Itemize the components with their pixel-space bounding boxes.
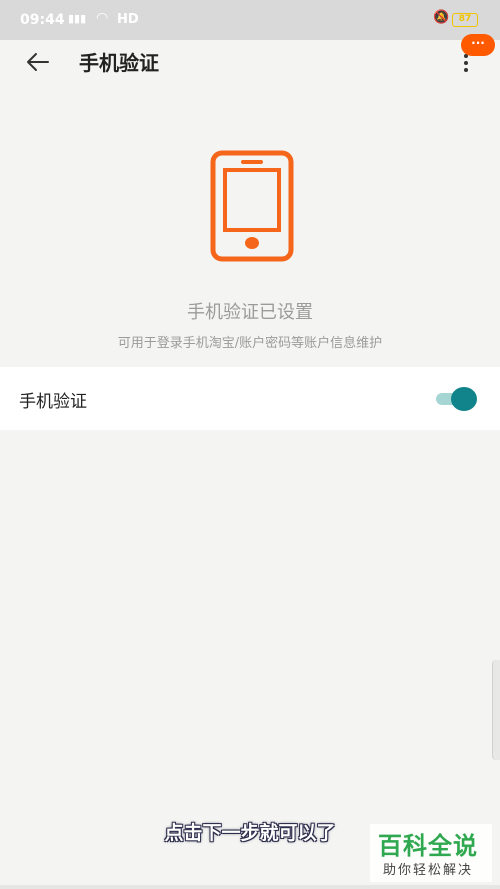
watermark-subtitle: 助你轻松解决 [383, 863, 474, 878]
watermark-logo: 百科全说 助你轻松解决 [370, 824, 492, 882]
arrow-left-icon [27, 53, 49, 71]
wifi-icon: ◠ [96, 10, 109, 26]
phone-verification-row[interactable]: 手机验证 [0, 367, 500, 430]
phone-verification-label: 手机验证 [19, 392, 87, 412]
network-type: HD [117, 12, 139, 27]
message-badge[interactable]: ··· [461, 34, 495, 56]
status-time: 09:44 [20, 12, 65, 28]
page-title: 手机验证 [79, 51, 159, 75]
status-bar: 09:44 ▮▮▮ ◠ HD 🔕 87 [0, 0, 500, 40]
toolbar: 手机验证 [0, 40, 500, 84]
notification-muted-icon: 🔕 [433, 10, 450, 25]
toggle-knob [451, 387, 477, 411]
phone-verification-toggle[interactable] [434, 387, 480, 411]
bottom-divider [0, 885, 500, 889]
battery-icon: 87 [452, 13, 478, 27]
verification-status-description: 可用于登录手机淘宝/账户密码等账户信息维护 [117, 336, 383, 351]
smartphone-icon [210, 150, 294, 262]
back-button[interactable] [22, 46, 54, 78]
edge-scroll-handle[interactable] [492, 660, 500, 760]
verification-status-title: 手机验证已设置 [187, 302, 313, 323]
watermark-title: 百科全说 [378, 832, 478, 860]
signal-icon: ▮▮▮ [68, 12, 87, 25]
